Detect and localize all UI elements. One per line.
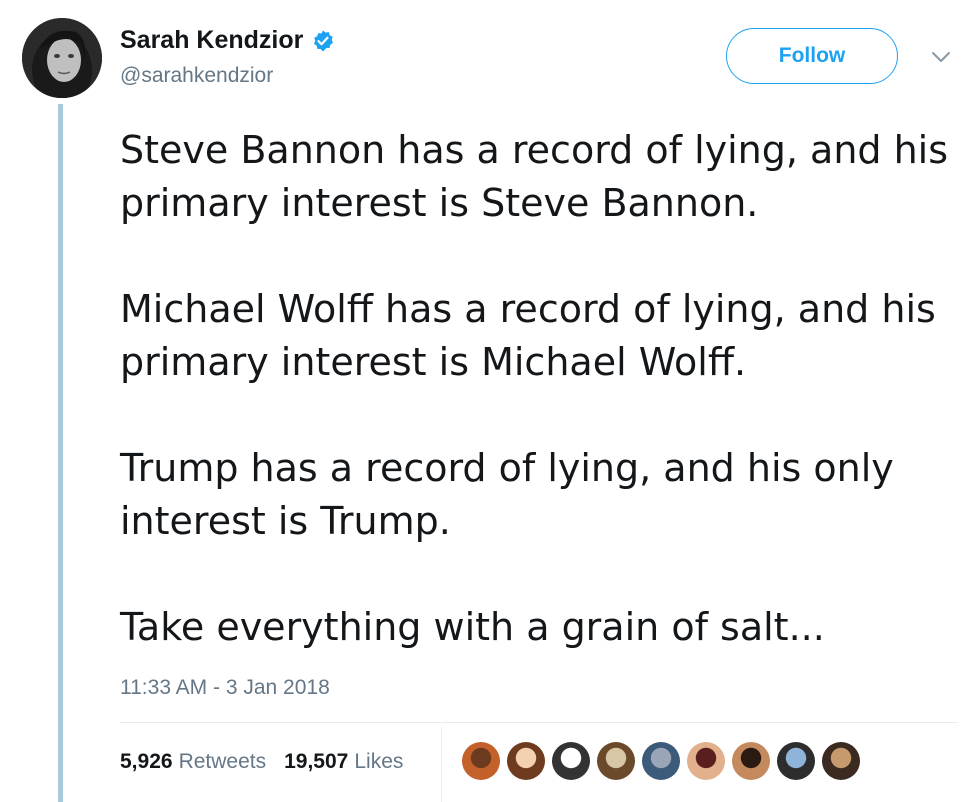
liker-avatars	[462, 742, 860, 780]
liker-avatar[interactable]	[732, 742, 770, 780]
liker-avatar[interactable]	[462, 742, 500, 780]
retweets-count: 5,926	[120, 750, 173, 773]
verified-badge-icon	[314, 30, 334, 51]
likes-stat[interactable]: 19,507 Likes	[284, 750, 403, 774]
liker-avatar[interactable]	[822, 742, 860, 780]
avatar[interactable]	[22, 18, 102, 98]
liker-avatar[interactable]	[597, 742, 635, 780]
user-handle[interactable]: @sarahkendzior	[120, 64, 273, 88]
likes-label: Likes	[354, 750, 404, 773]
liker-avatar[interactable]	[552, 742, 590, 780]
stats-separator	[441, 727, 442, 802]
divider	[120, 722, 958, 723]
liker-avatar[interactable]	[687, 742, 725, 780]
follow-button[interactable]: Follow	[726, 28, 898, 84]
chevron-down-icon[interactable]	[930, 46, 952, 68]
user-name-row[interactable]: Sarah Kendzior	[120, 26, 335, 55]
tweet-stats: 5,926 Retweets 19,507 Likes	[120, 750, 403, 774]
retweets-label: Retweets	[178, 750, 267, 773]
tweet-paragraph: Steve Bannon has a record of lying, and …	[120, 128, 949, 225]
retweets-stat[interactable]: 5,926 Retweets	[120, 750, 266, 774]
user-name[interactable]: Sarah Kendzior	[120, 26, 303, 55]
liker-avatar[interactable]	[642, 742, 680, 780]
tweet-paragraph: Michael Wolff has a record of lying, and…	[120, 287, 936, 384]
tweet-timestamp[interactable]: 11:33 AM - 3 Jan 2018	[120, 676, 330, 700]
thread-line	[58, 104, 63, 802]
tweet-paragraph: Trump has a record of lying, and his onl…	[120, 446, 894, 543]
profile-photo	[22, 18, 102, 98]
liker-avatar[interactable]	[777, 742, 815, 780]
tweet-text: Steve Bannon has a record of lying, and …	[120, 124, 970, 654]
liker-avatar[interactable]	[507, 742, 545, 780]
likes-count: 19,507	[284, 750, 349, 773]
tweet-paragraph: Take everything with a grain of salt...	[120, 605, 825, 649]
